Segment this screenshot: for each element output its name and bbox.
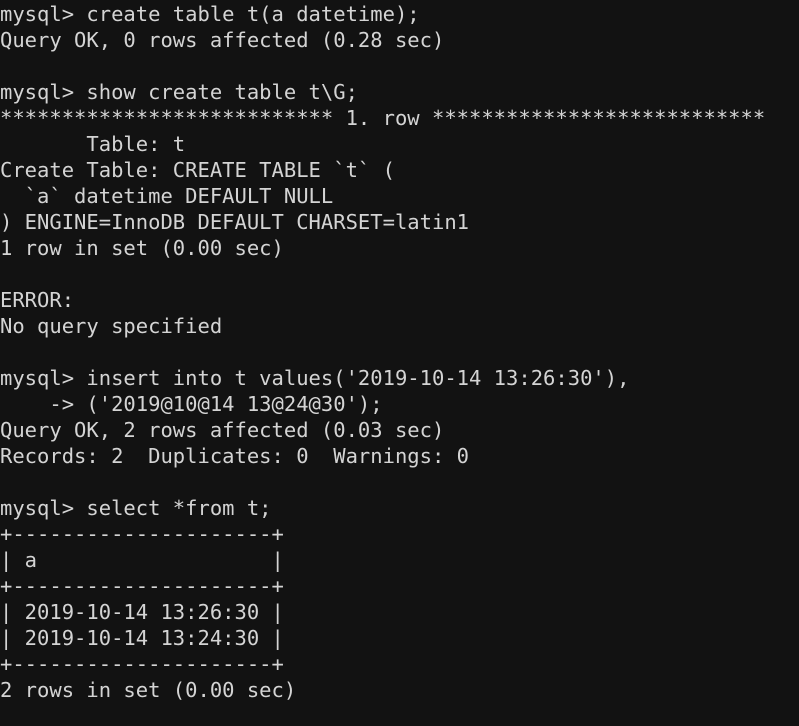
terminal-line: | a | — [0, 548, 284, 572]
terminal-line: Query OK, 0 rows affected (0.28 sec) — [0, 28, 445, 52]
terminal-line: Create Table: CREATE TABLE `t` ( — [0, 158, 395, 182]
terminal-line: 1 row in set (0.00 sec) — [0, 236, 284, 260]
terminal-line: Query OK, 2 rows affected (0.03 sec) — [0, 418, 445, 442]
terminal-line: -> ('2019@10@14 13@24@30'); — [0, 392, 383, 416]
terminal-line: No query specified — [0, 314, 223, 338]
terminal-line: mysql> select *from t; — [0, 496, 272, 520]
terminal-line: +---------------------+ — [0, 574, 284, 598]
terminal-line: `a` datetime DEFAULT NULL — [0, 184, 334, 208]
terminal-line: +---------------------+ — [0, 652, 284, 676]
terminal-line: mysql> create table t(a datetime); — [0, 2, 420, 26]
terminal-line: | 2019-10-14 13:26:30 | — [0, 600, 284, 624]
terminal-line: ) ENGINE=InnoDB DEFAULT CHARSET=latin1 — [0, 210, 469, 234]
terminal-line: Records: 2 Duplicates: 0 Warnings: 0 — [0, 444, 469, 468]
terminal-line: +---------------------+ — [0, 522, 284, 546]
terminal-line: | 2019-10-14 13:24:30 | — [0, 626, 284, 650]
terminal-line: mysql> insert into t values('2019-10-14 … — [0, 366, 630, 390]
terminal-line: *************************** 1. row *****… — [0, 106, 766, 130]
terminal-line: Table: t — [0, 132, 186, 156]
terminal-line: mysql> show create table t\G; — [0, 80, 358, 104]
terminal-output[interactable]: mysql> create table t(a datetime); Query … — [0, 0, 799, 726]
terminal-line: 2 rows in set (0.00 sec) — [0, 678, 297, 702]
terminal-line: ERROR: — [0, 288, 75, 312]
